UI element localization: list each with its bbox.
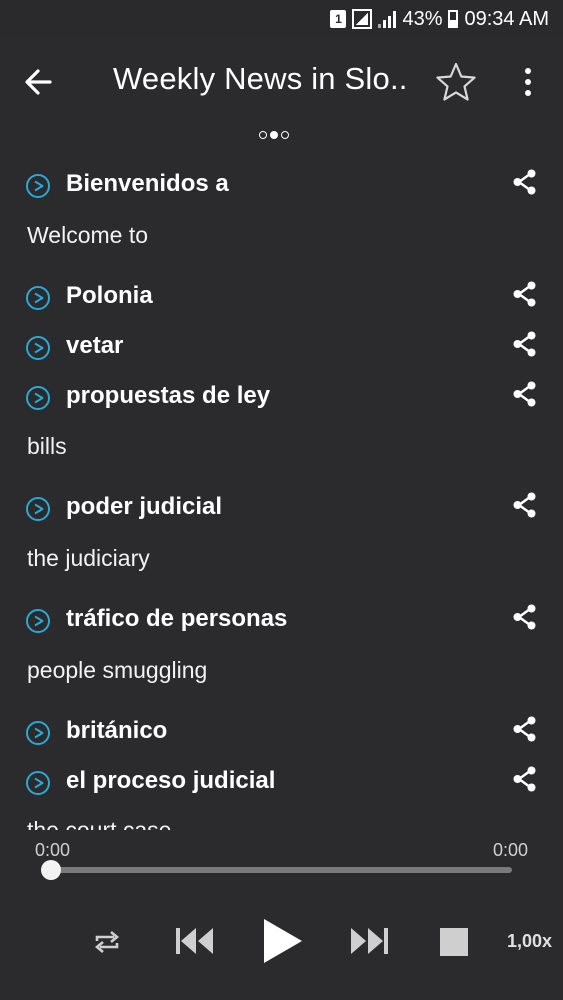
play-circle-icon[interactable] [25, 608, 51, 634]
skip-next-icon[interactable] [348, 926, 390, 956]
word-text: poder judicial [66, 493, 223, 520]
share-icon[interactable] [511, 603, 539, 631]
share-icon[interactable] [511, 168, 539, 196]
play-circle-icon[interactable] [25, 496, 51, 522]
list-item: Polonia [0, 272, 563, 322]
back-button[interactable] [22, 62, 62, 102]
skip-previous-icon[interactable] [174, 926, 216, 956]
arrow-back-icon [25, 69, 52, 95]
page-indicator [259, 131, 289, 139]
play-circle-icon[interactable] [25, 385, 51, 411]
more-options-button[interactable] [512, 64, 544, 100]
page-dot[interactable] [259, 131, 267, 139]
word-text: Bienvenidos a [66, 170, 229, 197]
share-icon[interactable] [511, 715, 539, 743]
playback-speed-button[interactable]: 1,00x [507, 931, 552, 952]
share-icon[interactable] [511, 765, 539, 793]
signal-icon [378, 10, 397, 28]
share-icon[interactable] [511, 491, 539, 519]
play-circle-icon[interactable] [25, 335, 51, 361]
share-icon[interactable] [511, 330, 539, 358]
word-text: Polonia [66, 282, 153, 309]
share-icon[interactable] [511, 380, 539, 408]
app-toolbar: Weekly News in Slo.. [0, 38, 563, 128]
list-item: tráfico de personas [0, 595, 563, 645]
list-item: Bienvenidos a [0, 160, 563, 210]
translation-text: Welcome to [27, 222, 149, 248]
play-circle-icon[interactable] [25, 285, 51, 311]
total-duration: 0:00 [493, 840, 529, 860]
page-title: Weekly News in Slo.. [113, 61, 408, 96]
page-dot[interactable] [281, 131, 289, 139]
translation-text: people smuggling [27, 657, 208, 683]
stop-icon[interactable] [439, 927, 469, 957]
repeat-icon[interactable] [92, 929, 122, 955]
status-bar: 1 43% 09:34 AM [0, 0, 563, 38]
seek-thumb[interactable] [41, 860, 61, 880]
no-sim-icon [352, 9, 373, 29]
word-text: vetar [66, 332, 124, 359]
word-list: Bienvenidos a Welcome to Polonia vetar p… [0, 155, 563, 830]
translation-text: the judiciary [27, 545, 150, 571]
list-item: británico [0, 707, 563, 757]
play-icon[interactable] [262, 917, 304, 965]
word-text: el proceso judicial [66, 767, 276, 794]
share-icon[interactable] [511, 280, 539, 308]
list-item: vetar [0, 322, 563, 372]
play-circle-icon[interactable] [25, 173, 51, 199]
battery-percent: 43% [402, 7, 443, 30]
status-time: 09:34 AM [464, 7, 549, 30]
favorite-button[interactable] [434, 60, 478, 104]
word-text: tráfico de personas [66, 605, 288, 632]
more-vert-icon [525, 68, 531, 74]
translation-text: the court case [27, 817, 172, 830]
star-outline-icon [436, 62, 476, 101]
list-item: propuestas de ley [0, 372, 563, 422]
battery-icon [448, 10, 459, 28]
sim-slot-icon: 1 [330, 10, 347, 28]
seek-bar[interactable] [50, 867, 512, 873]
elapsed-time: 0:00 [35, 840, 71, 860]
list-item: el proceso judicial [0, 757, 563, 807]
play-circle-icon[interactable] [25, 720, 51, 746]
translation-text: bills [27, 433, 67, 459]
page-dot-active[interactable] [270, 131, 278, 139]
word-text: propuestas de ley [66, 382, 271, 409]
list-item: poder judicial [0, 483, 563, 533]
play-circle-icon[interactable] [25, 770, 51, 796]
word-text: británico [66, 717, 168, 744]
player-controls [0, 905, 563, 980]
